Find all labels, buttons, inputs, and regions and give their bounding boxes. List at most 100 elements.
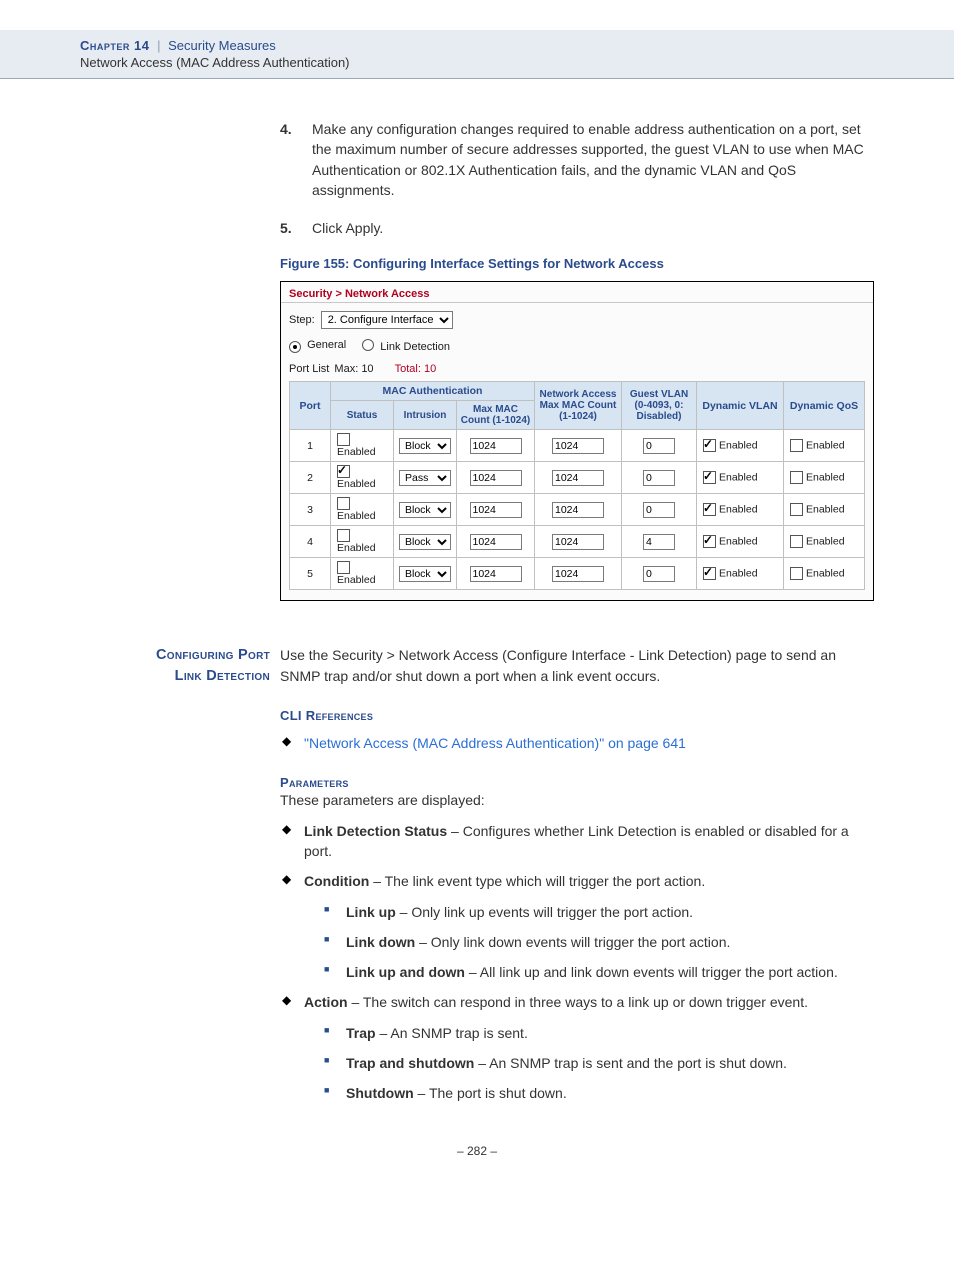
- dynqos-checkbox[interactable]: [790, 535, 803, 548]
- enabled-label: Enabled: [337, 510, 376, 522]
- nacount-input[interactable]: [552, 534, 604, 550]
- portlist-total: Total: 10: [395, 363, 437, 375]
- enabled-label: Enabled: [806, 536, 845, 548]
- status-checkbox[interactable]: [337, 433, 350, 446]
- intrusion-select[interactable]: Block: [399, 438, 451, 454]
- cell-maxmac: [457, 558, 535, 590]
- cell-intrusion: Pass: [394, 462, 457, 494]
- enabled-label: Enabled: [719, 504, 758, 516]
- enabled-label: Enabled: [719, 568, 758, 580]
- status-checkbox[interactable]: [337, 465, 350, 478]
- cell-maxmac: [457, 462, 535, 494]
- opt-desc: – Only link up events will trigger the p…: [396, 904, 693, 920]
- chapter-subtitle: Network Access (MAC Address Authenticati…: [80, 55, 954, 70]
- dynvlan-checkbox[interactable]: [703, 471, 716, 484]
- cell-port: 3: [290, 494, 331, 526]
- enabled-label: Enabled: [719, 536, 758, 548]
- nacount-input[interactable]: [552, 566, 604, 582]
- cell-guest: [622, 462, 697, 494]
- step-5: 5. Click Apply.: [280, 218, 874, 238]
- cell-nacount: [535, 462, 622, 494]
- nacount-input[interactable]: [552, 470, 604, 486]
- table-row: 5EnabledBlockEnabledEnabled: [290, 558, 865, 590]
- cell-guest: [622, 558, 697, 590]
- guest-input[interactable]: [643, 470, 675, 486]
- maxmac-input[interactable]: [470, 566, 522, 582]
- intrusion-select[interactable]: Block: [399, 566, 451, 582]
- page-header: Chapter 14 | Security Measures Network A…: [0, 30, 954, 79]
- radio-link-detection[interactable]: Link Detection: [362, 339, 450, 353]
- intrusion-select[interactable]: Block: [399, 534, 451, 550]
- section-intro: Use the Security > Network Access (Confi…: [280, 645, 874, 686]
- intrusion-select[interactable]: Pass: [399, 470, 451, 486]
- cli-ref-item: "Network Access (MAC Address Authenticat…: [280, 733, 874, 753]
- th-status: Status: [331, 401, 394, 430]
- nacount-input[interactable]: [552, 502, 604, 518]
- opt-name: Link up and down: [346, 964, 465, 980]
- step-label: Step:: [289, 314, 315, 326]
- cell-dynqos: Enabled: [784, 526, 865, 558]
- dynqos-checkbox[interactable]: [790, 439, 803, 452]
- maxmac-input[interactable]: [470, 438, 522, 454]
- cell-guest: [622, 430, 697, 462]
- dynqos-checkbox[interactable]: [790, 503, 803, 516]
- cell-dynqos: Enabled: [784, 430, 865, 462]
- cell-dynqos: Enabled: [784, 494, 865, 526]
- cell-status: Enabled: [331, 430, 394, 462]
- th-intrusion: Intrusion: [394, 401, 457, 430]
- section-side-title: Configuring Port Link Detection: [80, 645, 280, 1113]
- th-mac-auth: MAC Authentication: [331, 382, 535, 401]
- cell-maxmac: [457, 526, 535, 558]
- enabled-label: Enabled: [337, 574, 376, 586]
- step-text: Click Apply.: [312, 220, 383, 236]
- status-checkbox[interactable]: [337, 529, 350, 542]
- enabled-label: Enabled: [806, 472, 845, 484]
- radio-general-label: General: [307, 339, 346, 351]
- guest-input[interactable]: [643, 438, 675, 454]
- maxmac-input[interactable]: [470, 534, 522, 550]
- cell-dynvlan: Enabled: [697, 494, 784, 526]
- radio-general[interactable]: General: [289, 339, 346, 353]
- guest-input[interactable]: [643, 502, 675, 518]
- cell-maxmac: [457, 430, 535, 462]
- cell-port: 1: [290, 430, 331, 462]
- th-port: Port: [290, 382, 331, 430]
- nacount-input[interactable]: [552, 438, 604, 454]
- dynqos-checkbox[interactable]: [790, 471, 803, 484]
- cli-ref-link[interactable]: "Network Access (MAC Address Authenticat…: [304, 735, 686, 751]
- status-checkbox[interactable]: [337, 561, 350, 574]
- figure-caption: Figure 155: Configuring Interface Settin…: [280, 256, 874, 271]
- opt-desc: – An SNMP trap is sent.: [376, 1025, 528, 1041]
- guest-input[interactable]: [643, 566, 675, 582]
- side-title-line: Configuring Port: [80, 645, 270, 665]
- cell-nacount: [535, 430, 622, 462]
- maxmac-input[interactable]: [470, 470, 522, 486]
- guest-input[interactable]: [643, 534, 675, 550]
- action-trap-shutdown: Trap and shutdown – An SNMP trap is sent…: [324, 1053, 874, 1073]
- enabled-label: Enabled: [719, 472, 758, 484]
- intrusion-select[interactable]: Block: [399, 502, 451, 518]
- dynqos-checkbox[interactable]: [790, 567, 803, 580]
- side-title-line: Link Detection: [80, 666, 270, 686]
- cell-status: Enabled: [331, 494, 394, 526]
- cell-nacount: [535, 494, 622, 526]
- dynvlan-checkbox[interactable]: [703, 503, 716, 516]
- opt-desc: – Only link down events will trigger the…: [415, 934, 730, 950]
- dynvlan-checkbox[interactable]: [703, 535, 716, 548]
- step-select[interactable]: 2. Configure Interface: [321, 311, 453, 329]
- param-link-detection-status: Link Detection Status – Configures wheth…: [280, 821, 874, 862]
- cell-dynvlan: Enabled: [697, 430, 784, 462]
- param-desc: – The switch can respond in three ways t…: [348, 994, 808, 1010]
- cell-nacount: [535, 558, 622, 590]
- cell-port: 4: [290, 526, 331, 558]
- dynvlan-checkbox[interactable]: [703, 567, 716, 580]
- param-desc: – The link event type which will trigger…: [369, 873, 705, 889]
- opt-desc: – The port is shut down.: [414, 1085, 567, 1101]
- step-4: 4. Make any configuration changes requir…: [280, 119, 874, 200]
- step-number: 4.: [280, 119, 292, 139]
- maxmac-input[interactable]: [470, 502, 522, 518]
- dynvlan-checkbox[interactable]: [703, 439, 716, 452]
- radio-icon: [289, 341, 301, 353]
- status-checkbox[interactable]: [337, 497, 350, 510]
- cell-dynvlan: Enabled: [697, 558, 784, 590]
